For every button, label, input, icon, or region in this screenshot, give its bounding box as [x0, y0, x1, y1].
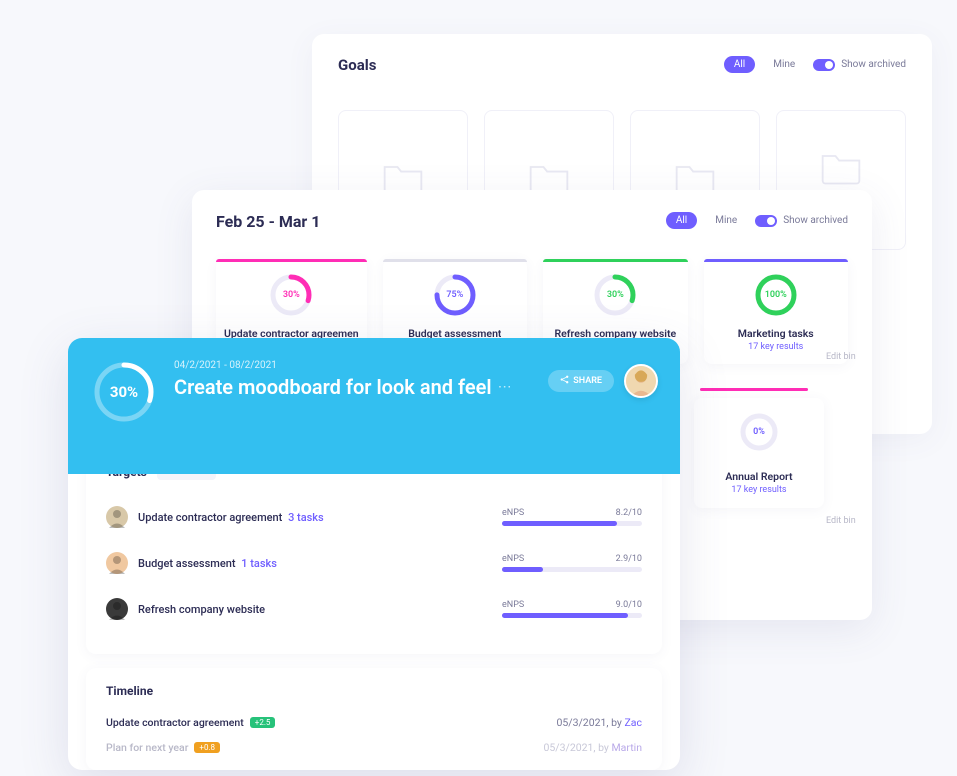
- score-bar: [502, 567, 642, 572]
- progress-donut: 0%: [739, 412, 779, 452]
- detail-panel: 30% 04/2/2021 - 08/2/2021 Create moodboa…: [68, 338, 680, 770]
- card-meta[interactable]: 17 key results: [748, 342, 803, 352]
- target-name[interactable]: Update contractor agreement 3 tasks: [138, 511, 492, 524]
- filter-all-button[interactable]: All: [724, 56, 755, 73]
- metric-label: eNPS: [502, 600, 524, 610]
- assignee-avatar[interactable]: [106, 598, 128, 620]
- target-name[interactable]: Budget assessment 1 tasks: [138, 557, 492, 570]
- show-archived-label: Show archived: [783, 215, 848, 226]
- score-bar: [502, 521, 642, 526]
- detail-title: Create moodboard for look and feel: [174, 375, 492, 399]
- divider-bar: [700, 388, 808, 391]
- timeline-item-title[interactable]: Plan for next year: [106, 741, 188, 754]
- timeline-row: Update contractor agreement +2.5 05/3/20…: [106, 710, 642, 735]
- score-fill: [502, 613, 628, 618]
- detail-header-text: 04/2/2021 - 08/2/2021 Create moodboard f…: [174, 360, 512, 399]
- score-value: 2.9/10: [616, 554, 642, 564]
- author-link[interactable]: Martin: [612, 741, 642, 754]
- assignee-avatar[interactable]: [106, 552, 128, 574]
- timeline-list: Update contractor agreement +2.5 05/3/20…: [106, 710, 642, 760]
- timeline-row: Plan for next year +0.8 05/3/2021, by Ma…: [106, 735, 642, 760]
- share-icon: [560, 375, 569, 387]
- goal-card[interactable]: 100% Marketing tasks 17 key results: [704, 259, 848, 364]
- card-title: Annual Report: [725, 470, 792, 483]
- progress-pct: 30%: [110, 383, 138, 401]
- accent-bar: [383, 259, 527, 262]
- progress-donut: 100%: [754, 273, 798, 317]
- share-label: SHARE: [573, 376, 602, 386]
- score-cell: eNPS 9.0/10: [502, 600, 642, 618]
- accent-bar: [216, 259, 367, 262]
- toggle-switch-icon: [813, 59, 835, 71]
- author-link[interactable]: Zac: [625, 716, 643, 729]
- accent-bar: [704, 259, 848, 262]
- progress-donut: 30%: [92, 360, 156, 424]
- goals-filters: All Mine Show archived: [724, 56, 906, 73]
- targets-list: Update contractor agreement 3 tasks eNPS…: [106, 494, 642, 632]
- score-value: 8.2/10: [616, 508, 642, 518]
- share-button[interactable]: SHARE: [548, 370, 614, 392]
- progress-pct: 100%: [765, 290, 787, 300]
- detail-header: 30% 04/2/2021 - 08/2/2021 Create moodboa…: [68, 338, 680, 474]
- edit-hint[interactable]: Edit bin: [826, 516, 856, 526]
- toggle-switch-icon: [755, 215, 777, 227]
- week-filters: All Mine Show archived: [666, 212, 848, 229]
- delta-tag: +0.8: [194, 742, 220, 753]
- progress-pct: 75%: [446, 290, 463, 300]
- target-name[interactable]: Refresh company website: [138, 603, 492, 616]
- date-range: 04/2/2021 - 08/2/2021: [174, 360, 512, 371]
- target-row: Budget assessment 1 tasks eNPS 2.9/10: [106, 540, 642, 586]
- assignee-avatar[interactable]: [106, 506, 128, 528]
- score-cell: eNPS 2.9/10: [502, 554, 642, 572]
- card-meta[interactable]: 17 key results: [731, 485, 786, 495]
- show-archived-toggle[interactable]: Show archived: [755, 215, 848, 227]
- metric-label: eNPS: [502, 554, 524, 564]
- score-fill: [502, 521, 617, 526]
- accent-bar: [543, 259, 687, 262]
- goal-card-annual-report[interactable]: 0% Annual Report 17 key results: [694, 398, 824, 508]
- filter-all-button[interactable]: All: [666, 212, 697, 229]
- more-icon[interactable]: ⋯: [498, 379, 512, 395]
- timeline-meta: 05/3/2021, by Martin: [543, 741, 642, 754]
- header-actions: SHARE: [548, 364, 658, 398]
- timeline-item-title[interactable]: Update contractor agreement: [106, 716, 244, 729]
- score-fill: [502, 567, 543, 572]
- filter-mine-button[interactable]: Mine: [763, 56, 805, 73]
- score-value: 9.0/10: [616, 600, 642, 610]
- score-cell: eNPS 8.2/10: [502, 508, 642, 526]
- progress-pct: 0%: [753, 427, 765, 437]
- progress-donut: 75%: [433, 273, 477, 317]
- target-row: Update contractor agreement 3 tasks eNPS…: [106, 494, 642, 540]
- progress-donut: 30%: [593, 273, 637, 317]
- task-count-link[interactable]: 1 tasks: [241, 557, 277, 570]
- progress-donut: 30%: [269, 273, 313, 317]
- timeline-label: Timeline: [106, 684, 642, 698]
- timeline-section: Timeline Update contractor agreement +2.…: [86, 668, 662, 770]
- score-bar: [502, 613, 642, 618]
- show-archived-label: Show archived: [841, 59, 906, 70]
- targets-section: Targets + Add note Update contractor agr…: [86, 446, 662, 654]
- progress-pct: 30%: [283, 290, 300, 300]
- task-count-link[interactable]: 3 tasks: [288, 511, 324, 524]
- edit-hint[interactable]: Edit bin: [826, 352, 856, 362]
- filter-mine-button[interactable]: Mine: [705, 212, 747, 229]
- owner-avatar[interactable]: [624, 364, 658, 398]
- metric-label: eNPS: [502, 508, 524, 518]
- target-row: Refresh company website eNPS 9.0/10: [106, 586, 642, 632]
- progress-pct: 30%: [607, 290, 624, 300]
- card-title: Marketing tasks: [738, 327, 814, 340]
- timeline-meta: 05/3/2021, by Zac: [556, 716, 642, 729]
- show-archived-toggle[interactable]: Show archived: [813, 59, 906, 71]
- delta-tag: +2.5: [250, 717, 276, 728]
- folder-icon: [819, 148, 863, 190]
